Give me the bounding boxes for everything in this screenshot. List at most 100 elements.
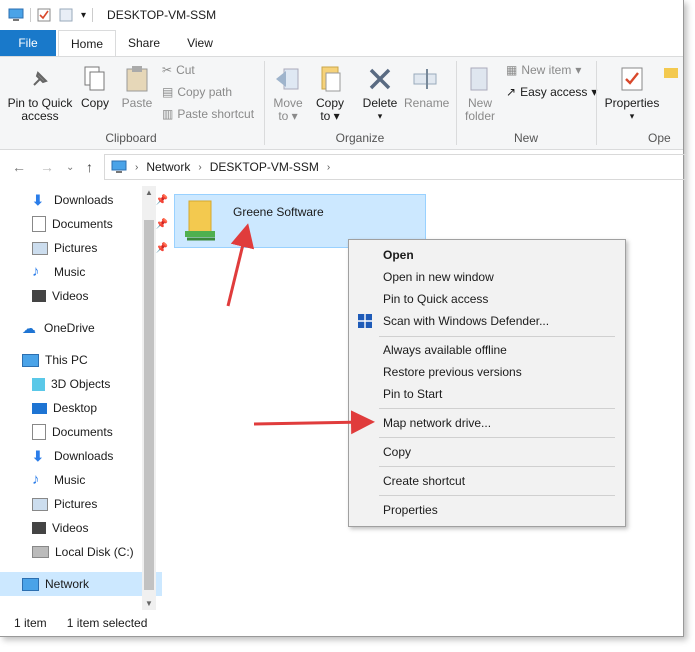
nav-label: Network (45, 577, 90, 591)
forward-arrow-icon[interactable]: → (40, 159, 54, 175)
menu-item-create-shortcut[interactable]: Create shortcut (349, 470, 625, 492)
cut-button[interactable]: ✂ Cut (162, 63, 195, 77)
copy-to-icon (321, 66, 341, 92)
divider (30, 8, 31, 22)
nav-label: OneDrive (44, 321, 95, 335)
new-folder-button[interactable]: New folder (460, 65, 500, 123)
menu-item-properties[interactable]: Properties (349, 499, 625, 521)
breadcrumb-network[interactable]: Network (146, 160, 190, 174)
paste-button[interactable]: Paste (118, 65, 156, 110)
window-title: DESKTOP-VM-SSM (107, 8, 217, 22)
network-icon (22, 577, 39, 591)
delete-button[interactable]: Delete ▾ (360, 65, 400, 123)
clipboard-group-label: Clipboard (105, 131, 157, 145)
nav-label: This PC (45, 353, 88, 367)
menu-item-map-network-drive[interactable]: Map network drive... (349, 412, 625, 434)
menu-item-always-offline[interactable]: Always available offline (349, 339, 625, 361)
tab-home[interactable]: Home (58, 30, 116, 57)
new-item-icon: ▦ (506, 63, 518, 77)
divider (264, 61, 265, 145)
folder-name: Greene Software (233, 205, 324, 219)
tab-file[interactable]: File (0, 30, 56, 56)
computer-icon (22, 353, 39, 367)
rename-label: Rename (404, 96, 450, 110)
organize-group-label: Organize (335, 131, 385, 145)
pin-icon (33, 71, 48, 86)
address-bar[interactable]: › Network › DESKTOP-VM-SSM › (104, 154, 686, 180)
copy-path-button[interactable]: ▤ Copy path (162, 85, 232, 99)
nav-label: Downloads (54, 193, 114, 207)
easy-access-button[interactable]: ↗ Easy access ▾ (506, 85, 597, 99)
film-icon (32, 522, 46, 534)
new-item-button[interactable]: ▦ New item ▾ (506, 63, 581, 77)
cube-icon (32, 377, 45, 391)
nav-item-onedrive[interactable]: ☁ OneDrive (0, 316, 162, 340)
music-note-icon: ♪ (32, 471, 40, 488)
nav-label: Videos (52, 289, 89, 303)
properties-quick-icon[interactable] (37, 8, 51, 22)
nav-item-this-pc[interactable]: This PC (0, 348, 162, 372)
desktop-icon (32, 402, 47, 414)
paste-icon (126, 66, 148, 92)
scroll-down-icon[interactable]: ▼ (145, 599, 153, 608)
rename-icon (413, 69, 437, 89)
nav-label: Desktop (53, 401, 98, 415)
menu-item-pin-quick-access[interactable]: Pin to Quick access (349, 288, 625, 310)
nav-label: 3D Objects (51, 377, 111, 391)
new-item-label: New item (521, 63, 572, 77)
new-folder-icon (470, 67, 488, 91)
paste-shortcut-button[interactable]: ▥ Paste shortcut (162, 107, 254, 121)
menu-separator (379, 408, 615, 409)
breadcrumb-desktop[interactable]: DESKTOP-VM-SSM (210, 160, 319, 174)
paste-shortcut-label: Paste shortcut (177, 107, 255, 121)
nav-label: Documents (52, 217, 113, 231)
rename-button[interactable]: Rename (404, 65, 450, 110)
menu-item-restore-versions[interactable]: Restore previous versions (349, 361, 625, 383)
menu-item-pin-start[interactable]: Pin to Start (349, 383, 625, 405)
properties-icon (621, 67, 643, 91)
scrollbar-thumb[interactable] (144, 220, 154, 590)
copy-to-label-2: to (320, 109, 331, 123)
new-folder-quick-icon[interactable] (59, 8, 73, 22)
pin-label-2: access (21, 109, 59, 123)
recent-dropdown-icon[interactable]: ⌄ (66, 162, 74, 173)
context-menu: Open Open in new window Pin to Quick acc… (348, 239, 626, 527)
download-arrow-icon: ⬇ (32, 192, 44, 208)
chevron-right-icon: › (135, 161, 139, 173)
tab-view[interactable]: View (174, 30, 226, 56)
cut-label: Cut (176, 63, 195, 77)
computer-icon (8, 8, 24, 21)
scroll-up-icon[interactable]: ▲ (145, 188, 153, 197)
network-computer-icon (111, 160, 127, 173)
up-arrow-icon[interactable]: ↑ (86, 159, 93, 175)
back-arrow-icon[interactable]: ← (12, 159, 26, 175)
navigation-pane: ⬇ Downloads 📌 Documents 📌 Pictures 📌 ♪ Music … (0, 186, 168, 610)
copy-button[interactable]: Copy (78, 65, 112, 110)
open-folder-icon[interactable] (664, 65, 678, 81)
tab-share[interactable]: Share (118, 30, 170, 56)
nav-item-network[interactable]: Network (0, 572, 162, 596)
nav-scrollbar[interactable]: ▲ ▼ (142, 186, 156, 610)
menu-item-scan-defender[interactable]: Scan with Windows Defender... (349, 310, 625, 332)
move-to-button[interactable]: Move to ▾ (270, 65, 306, 123)
open-group-label: Ope (648, 131, 671, 145)
divider (92, 8, 94, 22)
selected-count: 1 item selected (66, 616, 148, 630)
menu-item-open-new-window[interactable]: Open in new window (349, 266, 625, 288)
properties-button[interactable]: Properties ▾ (602, 65, 662, 123)
menu-separator (379, 466, 615, 467)
copy-icon (84, 66, 105, 91)
menu-separator (379, 495, 615, 496)
menu-item-copy[interactable]: Copy (349, 441, 625, 463)
copy-to-button[interactable]: Copy to ▾ (312, 65, 348, 123)
pictures-icon (32, 497, 48, 511)
properties-label: Properties (604, 96, 660, 110)
paste-label: Paste (121, 96, 153, 110)
chevron-right-icon: › (326, 161, 331, 173)
ribbon: Pin to Quick access Copy Paste ✂ Cut ▤ Cop… (0, 56, 683, 150)
customize-toolbar-icon[interactable]: ▾ (81, 10, 86, 21)
pin-to-quick-access-button[interactable]: Pin to Quick access (4, 65, 76, 123)
menu-item-open[interactable]: Open (349, 244, 625, 266)
navigation-row: ← → ⌄ ↑ › Network › DESKTOP-VM-SSM › (0, 150, 686, 184)
nav-label: Pictures (54, 497, 98, 511)
